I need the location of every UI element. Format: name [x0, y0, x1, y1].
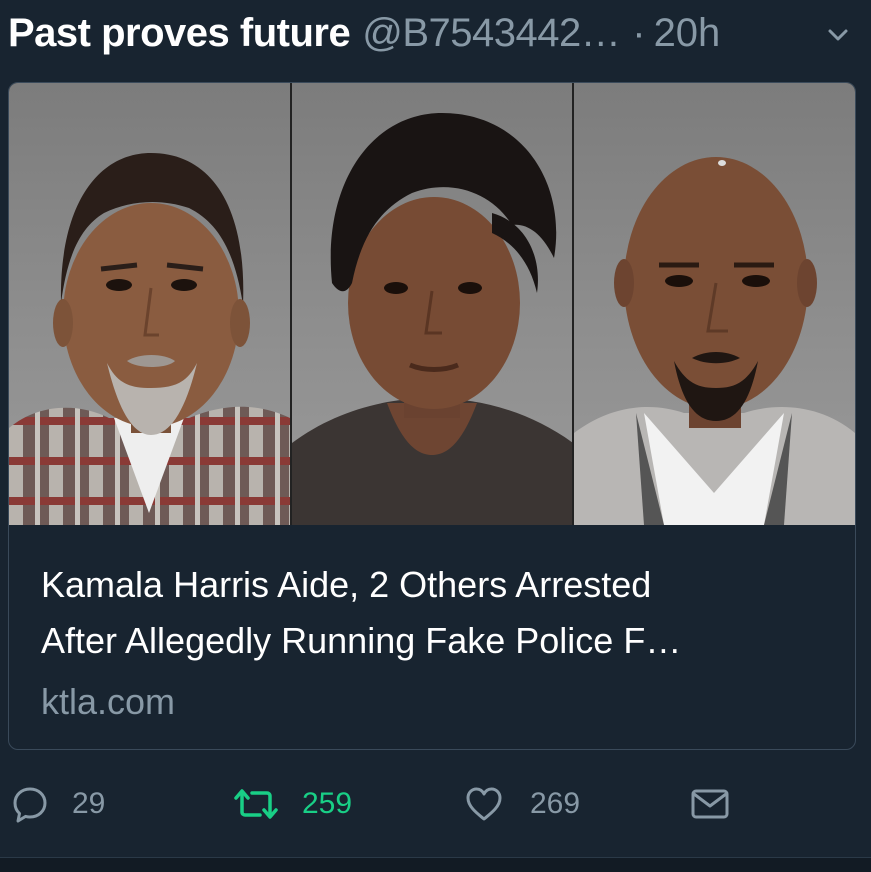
like-count: 269: [530, 787, 581, 820]
retweet-button[interactable]: 259: [232, 778, 352, 830]
separator-dot: ·: [632, 10, 646, 55]
reply-count: 29: [72, 787, 106, 820]
retweet-icon: [232, 784, 280, 824]
direct-message-button[interactable]: [690, 778, 730, 830]
mugshot-photo-right: [574, 83, 855, 525]
timestamp[interactable]: 20h: [654, 11, 721, 56]
like-button[interactable]: 269: [464, 778, 580, 830]
card-image: [9, 83, 855, 525]
tweet-divider: [0, 857, 871, 872]
user-handle[interactable]: @B7543442…: [362, 11, 621, 56]
chevron-down-icon[interactable]: [825, 22, 851, 48]
card-domain: ktla.com: [41, 681, 176, 722]
retweet-count: 259: [302, 787, 353, 820]
tweet-header: Past proves future @B7543442… · 20h: [8, 8, 851, 58]
mugshot-photo-middle: [291, 83, 573, 525]
reply-button[interactable]: 29: [10, 778, 105, 830]
reply-icon: [10, 784, 50, 824]
card-title-line-2: After Allegedly Running Fake Police F…: [41, 620, 682, 661]
action-bar: 29 259 269: [0, 778, 871, 830]
tweet[interactable]: Past proves future @B7543442… · 20h Kama…: [0, 0, 871, 872]
card-title-line-1: Kamala Harris Aide, 2 Others Arrested: [41, 564, 652, 605]
link-card[interactable]: Kamala Harris Aide, 2 Others Arrested Af…: [8, 82, 856, 750]
heart-icon: [464, 784, 504, 824]
display-name[interactable]: Past proves future: [8, 11, 351, 56]
mugshot-photo-left: [9, 83, 290, 525]
envelope-icon: [690, 784, 730, 824]
card-text: Kamala Harris Aide, 2 Others Arrested Af…: [41, 557, 825, 727]
